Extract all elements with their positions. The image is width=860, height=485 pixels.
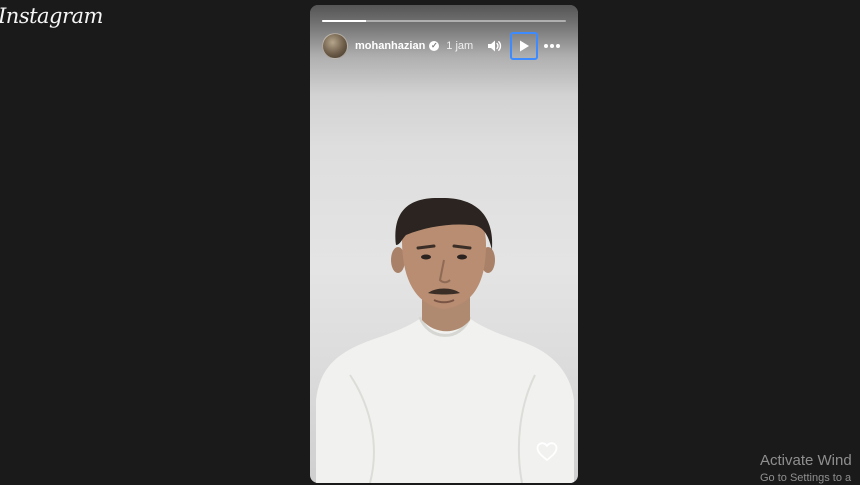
volume-icon (488, 40, 502, 52)
verified-badge-icon: ✓ (429, 41, 440, 51)
play-icon (520, 40, 529, 52)
story-progress-bar (322, 20, 566, 22)
instagram-logo[interactable]: Instagram (0, 4, 103, 28)
story-header: mohanhazian ✓ 1 jam (322, 32, 566, 60)
activation-subtitle: Go to Settings to a (760, 472, 852, 484)
more-options-button[interactable] (538, 32, 566, 60)
story-progress-fill (322, 20, 366, 22)
activation-title: Activate Wind (760, 452, 852, 469)
story-timestamp: 1 jam (446, 40, 474, 52)
like-button[interactable] (536, 442, 558, 462)
windows-activation-watermark: Activate Wind Go to Settings to a (760, 452, 860, 484)
story-viewer[interactable]: mohanhazian ✓ 1 jam (310, 5, 578, 483)
play-button[interactable] (510, 32, 538, 60)
heart-icon (536, 442, 558, 461)
mute-button[interactable] (480, 32, 508, 60)
story-username[interactable]: mohanhazian (355, 40, 425, 52)
avatar[interactable] (322, 33, 348, 59)
more-options-icon (544, 44, 560, 48)
